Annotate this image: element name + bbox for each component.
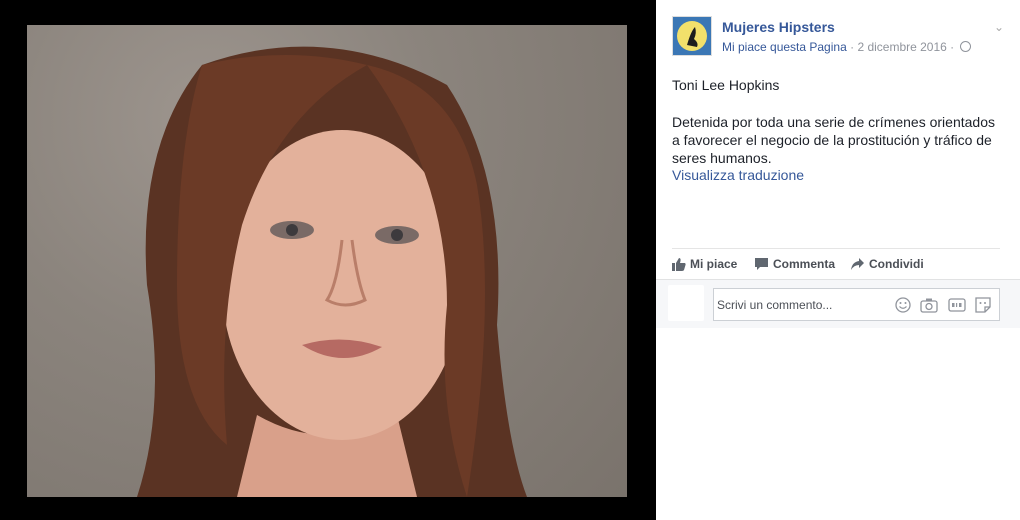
chevron-down-icon[interactable]: ⌄ [994, 20, 1004, 34]
post-date[interactable]: 2 dicembre 2016 [857, 40, 946, 54]
share-button[interactable]: Condividi [850, 257, 924, 271]
portrait-image [137, 46, 527, 497]
globe-icon [959, 41, 971, 52]
like-button[interactable]: Mi piace [672, 257, 737, 271]
user-avatar [668, 285, 704, 321]
post-body: Detenida por toda una serie de crímenes … [672, 114, 995, 166]
like-label: Mi piace [690, 257, 738, 271]
post-photo[interactable] [27, 25, 627, 497]
sticker-icon[interactable] [975, 297, 991, 318]
page-name-link[interactable]: Mujeres Hipsters [722, 19, 835, 35]
comment-label: Commenta [773, 257, 836, 271]
mermaid-logo-icon [673, 17, 711, 55]
action-bar: Mi piace Commenta Condividi [672, 248, 1000, 279]
post-header: Mujeres Hipsters Mi piace questa Pagina … [672, 16, 1012, 58]
comment-placeholder: Scrivi un commento... [717, 298, 833, 312]
gif-icon[interactable] [947, 297, 966, 318]
post-meta: Mi piace questa Pagina · 2 dicembre 2016… [722, 40, 971, 54]
translate-link[interactable]: Visualizza traduzione [672, 167, 804, 183]
comment-composer: Scrivi un commento... [656, 279, 1020, 328]
emoji-icon[interactable] [894, 297, 911, 318]
comment-tools [890, 297, 991, 318]
meta-separator-2: · [950, 40, 955, 54]
comment-input[interactable]: Scrivi un commento... [713, 288, 1000, 321]
camera-icon[interactable] [920, 297, 938, 318]
like-page-link[interactable]: Mi piace questa Pagina [722, 40, 847, 54]
page-avatar[interactable] [672, 16, 712, 56]
meta-separator: · [850, 40, 855, 54]
comment-button[interactable]: Commenta [754, 257, 835, 271]
share-arrow-icon [851, 258, 864, 270]
post-title: Toni Lee Hopkins [672, 77, 780, 93]
photo-viewer [0, 0, 656, 520]
thumbs-up-icon [672, 258, 686, 271]
comment-icon [755, 258, 768, 270]
share-label: Condividi [869, 257, 924, 271]
post-panel: Mujeres Hipsters Mi piace questa Pagina … [656, 0, 1020, 520]
